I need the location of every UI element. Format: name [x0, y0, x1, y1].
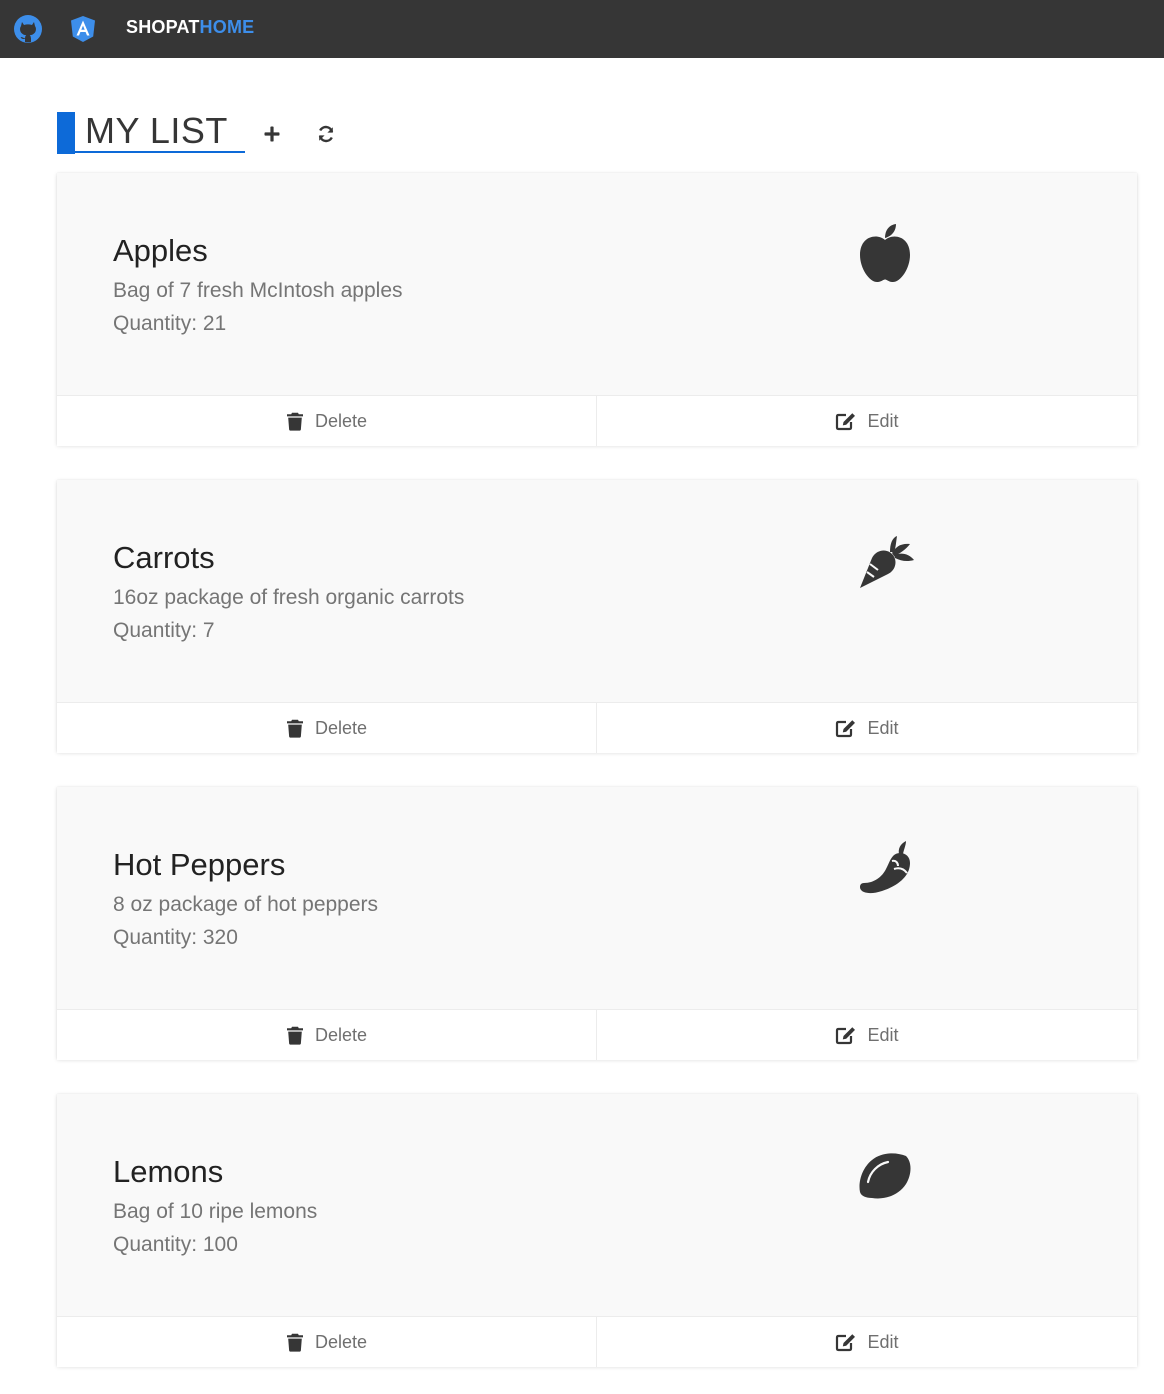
item-card: Lemons Bag of 10 ripe lemons Quantity: 1… — [57, 1094, 1137, 1367]
delete-button[interactable]: Delete — [57, 396, 597, 446]
delete-label: Delete — [314, 1024, 368, 1045]
plus-icon — [264, 126, 280, 142]
brand-logo[interactable]: SHOPATHOME — [126, 17, 254, 38]
title-accent-bar — [57, 112, 75, 154]
item-quantity: Quantity: 100 — [113, 1233, 238, 1256]
item-name: Lemons — [113, 1154, 224, 1189]
github-icon[interactable] — [13, 14, 43, 44]
item-card: Carrots 16oz package of fresh organic ca… — [57, 480, 1137, 753]
delete-label: Delete — [314, 1331, 368, 1352]
delete-button[interactable]: Delete — [57, 703, 597, 753]
item-description: 16oz package of fresh organic carrots — [113, 586, 465, 609]
card-footer: Delete Edit — [57, 1009, 1137, 1060]
card-content: Hot Peppers 8 oz package of hot peppers … — [57, 787, 1137, 1009]
delete-button[interactable]: Delete — [57, 1010, 597, 1060]
angular-icon[interactable] — [68, 14, 98, 44]
edit-label: Edit — [867, 410, 899, 431]
item-card: Hot Peppers 8 oz package of hot peppers … — [57, 787, 1137, 1060]
card-content: Apples Bag of 7 fresh McIntosh apples Qu… — [57, 173, 1137, 395]
brand-text-primary: SHOPAT — [126, 17, 200, 37]
item-name: Apples — [113, 233, 208, 268]
edit-button[interactable]: Edit — [597, 1010, 1137, 1060]
delete-label: Delete — [314, 410, 368, 431]
top-navbar: SHOPATHOME — [0, 0, 1164, 58]
edit-label: Edit — [867, 1024, 899, 1045]
item-quantity: Quantity: 7 — [113, 619, 215, 642]
item-name: Carrots — [113, 540, 215, 575]
pepper-icon — [852, 835, 918, 901]
item-description: 8 oz package of hot peppers — [113, 893, 379, 916]
item-card: Apples Bag of 7 fresh McIntosh apples Qu… — [57, 173, 1137, 446]
card-footer: Delete Edit — [57, 702, 1137, 753]
lemon-icon — [852, 1142, 918, 1208]
card-footer: Delete Edit — [57, 395, 1137, 446]
edit-label: Edit — [867, 1331, 899, 1352]
edit-button[interactable]: Edit — [597, 703, 1137, 753]
edit-button[interactable]: Edit — [597, 1317, 1137, 1367]
apple-icon — [852, 221, 918, 287]
trash-icon — [286, 412, 303, 431]
edit-icon — [836, 719, 856, 737]
card-footer: Delete Edit — [57, 1316, 1137, 1367]
item-description: Bag of 7 fresh McIntosh apples — [113, 279, 403, 302]
edit-button[interactable]: Edit — [597, 396, 1137, 446]
edit-icon — [836, 1026, 856, 1044]
carrot-icon — [852, 528, 918, 594]
delete-label: Delete — [314, 717, 368, 738]
refresh-button[interactable] — [312, 120, 340, 148]
trash-icon — [286, 719, 303, 738]
title-underline — [75, 151, 245, 153]
trash-icon — [286, 1333, 303, 1352]
delete-button[interactable]: Delete — [57, 1317, 597, 1367]
brand-text-highlight: HOME — [199, 17, 255, 37]
card-content: Lemons Bag of 10 ripe lemons Quantity: 1… — [57, 1094, 1137, 1316]
trash-icon — [286, 1026, 303, 1045]
list-header: MY LIST — [57, 110, 397, 154]
refresh-icon — [318, 125, 334, 143]
page-title: MY LIST — [85, 110, 228, 151]
item-quantity: Quantity: 320 — [113, 926, 238, 949]
edit-label: Edit — [867, 717, 899, 738]
item-quantity: Quantity: 21 — [113, 312, 227, 335]
item-name: Hot Peppers — [113, 847, 286, 882]
item-description: Bag of 10 ripe lemons — [113, 1200, 318, 1223]
edit-icon — [836, 1333, 856, 1351]
edit-icon — [836, 412, 856, 430]
add-item-button[interactable] — [258, 120, 286, 148]
card-content: Carrots 16oz package of fresh organic ca… — [57, 480, 1137, 702]
